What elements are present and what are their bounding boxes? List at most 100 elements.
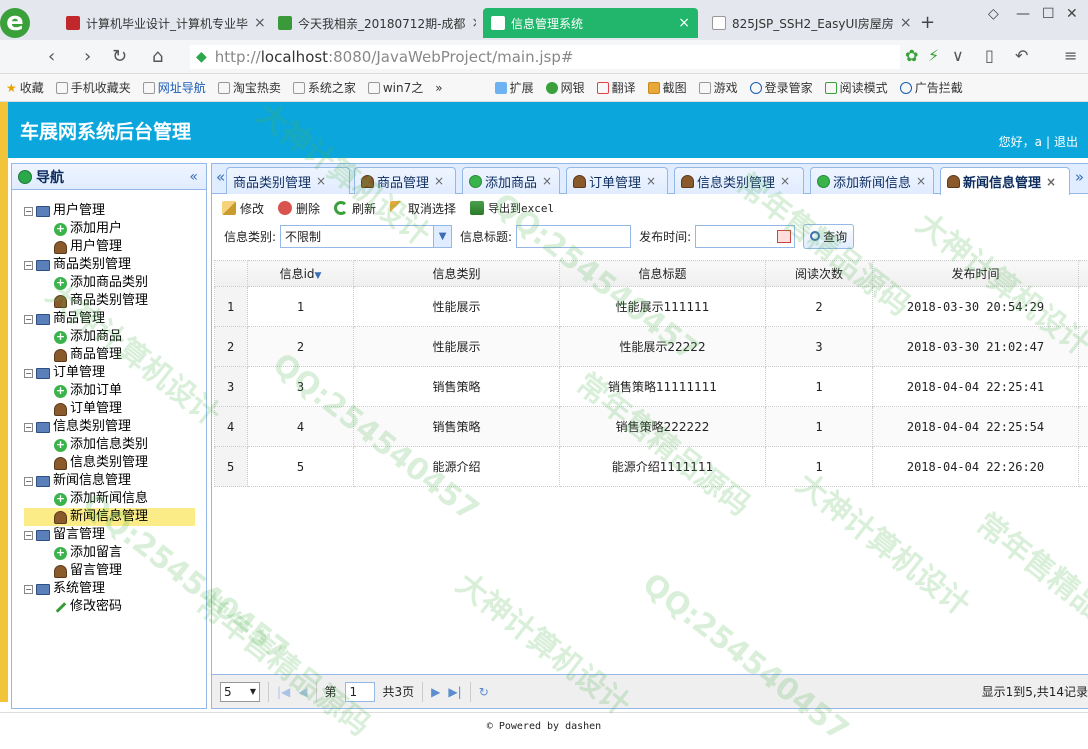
- nav-item[interactable]: 信息类别管理: [24, 454, 206, 472]
- collapse-icon[interactable]: −: [24, 315, 33, 324]
- nav-group[interactable]: −商品管理: [24, 310, 206, 328]
- nav-item[interactable]: 订单管理: [24, 400, 206, 418]
- collapse-icon[interactable]: −: [24, 207, 33, 216]
- close-icon[interactable]: ×: [780, 174, 790, 188]
- bookmark-item[interactable]: 系统之家: [287, 79, 362, 96]
- table-row[interactable]: 44销售策略销售策略22222212018-04-04 22:25:54: [215, 407, 1088, 447]
- nav-item[interactable]: 商品管理: [24, 346, 206, 364]
- reader-icon[interactable]: ▯: [985, 46, 994, 65]
- close-icon[interactable]: ×: [254, 15, 264, 31]
- export-excel-button[interactable]: 导出到excel: [470, 200, 554, 216]
- calendar-icon[interactable]: [777, 230, 791, 243]
- forward-icon[interactable]: ›: [84, 46, 91, 67]
- maximize-icon[interactable]: ☐: [1042, 6, 1055, 22]
- close-icon[interactable]: ×: [916, 174, 926, 188]
- back-icon[interactable]: ‹: [48, 46, 55, 67]
- toolbar-extension[interactable]: 阅读模式: [819, 79, 894, 96]
- table-row[interactable]: 22性能展示性能展示2222232018-03-30 21:02:47: [215, 327, 1088, 367]
- collapse-nav-button[interactable]: «: [189, 169, 198, 185]
- nav-group[interactable]: −信息类别管理: [24, 418, 206, 436]
- dropdown-icon[interactable]: ∨: [952, 46, 964, 65]
- toolbar-extension[interactable]: 广告拦截: [894, 79, 969, 96]
- nav-item[interactable]: 留言管理: [24, 562, 206, 580]
- lightning-icon[interactable]: ⚡: [928, 46, 939, 65]
- prev-page-icon[interactable]: ◀: [298, 685, 307, 699]
- tabs-scroll-left-icon[interactable]: «: [216, 168, 225, 186]
- toolbar-extension[interactable]: 翻译: [591, 79, 642, 96]
- close-icon[interactable]: ×: [678, 15, 690, 31]
- nav-group[interactable]: −用户管理: [24, 202, 206, 220]
- close-icon[interactable]: ×: [316, 174, 326, 188]
- undo-icon[interactable]: ↶: [1015, 46, 1028, 65]
- page-size-select[interactable]: 5▼: [220, 682, 260, 702]
- chevron-down-icon[interactable]: ▼: [433, 226, 451, 247]
- collapse-icon[interactable]: −: [24, 531, 33, 540]
- browser-tab[interactable]: 825JSP_SSH2_EasyUI房屋房 ×: [704, 8, 914, 38]
- bookmark-more[interactable]: »: [429, 81, 448, 95]
- last-page-icon[interactable]: ▶|: [448, 685, 461, 699]
- menu-icon[interactable]: ≡: [1064, 46, 1077, 65]
- nav-item[interactable]: +添加用户: [24, 220, 206, 238]
- nav-item[interactable]: +添加商品类别: [24, 274, 206, 292]
- close-icon[interactable]: ×: [1046, 175, 1056, 189]
- nav-group[interactable]: −商品类别管理: [24, 256, 206, 274]
- nav-item[interactable]: 修改密码: [24, 598, 206, 616]
- column-header-title[interactable]: 信息标题: [560, 261, 766, 287]
- bookmark-item[interactable]: 淘宝热卖: [212, 79, 287, 96]
- refresh-button[interactable]: 刷新: [334, 200, 376, 217]
- nav-item[interactable]: +添加信息类别: [24, 436, 206, 454]
- table-row[interactable]: 11性能展示性能展示11111122018-03-30 20:54:29: [215, 287, 1088, 327]
- toolbar-extension[interactable]: 扩展: [489, 79, 540, 96]
- url-input[interactable]: ◆ http:// localhost :8080/JavaWebProject…: [190, 45, 900, 69]
- nav-item[interactable]: 商品类别管理: [24, 292, 206, 310]
- nav-group[interactable]: −订单管理: [24, 364, 206, 382]
- browser-tab[interactable]: 计算机毕业设计_计算机专业毕 ×: [58, 8, 264, 38]
- nav-item[interactable]: +添加商品: [24, 328, 206, 346]
- tab-0[interactable]: 商品类别管理×: [226, 167, 350, 194]
- nav-item[interactable]: +添加新闻信息: [24, 490, 206, 508]
- bookmark-item[interactable]: 手机收藏夹: [50, 79, 137, 96]
- collapse-icon[interactable]: −: [24, 477, 33, 486]
- toolbar-extension[interactable]: 登录管家: [744, 79, 819, 96]
- tab-5[interactable]: 添加新闻信息×: [810, 167, 934, 194]
- close-icon[interactable]: ×: [434, 174, 444, 188]
- close-icon[interactable]: ×: [471, 15, 476, 31]
- tab-3[interactable]: 订单管理×: [566, 167, 668, 194]
- toolbar-extension[interactable]: 网银: [540, 79, 591, 96]
- delete-button[interactable]: 删除: [278, 200, 320, 217]
- column-header-id[interactable]: 信息id▼: [248, 261, 354, 287]
- close-window-icon[interactable]: ✕: [1066, 6, 1078, 22]
- nav-item[interactable]: 新闻信息管理: [24, 508, 195, 526]
- home-icon[interactable]: ⌂: [152, 46, 163, 67]
- close-icon[interactable]: ×: [542, 174, 552, 188]
- tabs-scroll-right-icon[interactable]: »: [1075, 168, 1084, 186]
- nav-item[interactable]: +添加留言: [24, 544, 206, 562]
- tab-2[interactable]: 添加商品×: [462, 167, 560, 194]
- nav-group[interactable]: −留言管理: [24, 526, 206, 544]
- collapse-icon[interactable]: −: [24, 261, 33, 270]
- column-header-reads[interactable]: 阅读次数: [766, 261, 873, 287]
- toolbar-extension[interactable]: 截图: [642, 79, 693, 96]
- browser-tab[interactable]: 今天我相亲_20180712期-成都 ×: [270, 8, 476, 38]
- tab-1[interactable]: 商品管理×: [354, 167, 456, 194]
- query-button[interactable]: 查询: [803, 224, 854, 249]
- page-number-input[interactable]: 1: [345, 682, 375, 702]
- browser-tab-active[interactable]: 信息管理系统 ×: [483, 8, 698, 38]
- nav-item[interactable]: +添加订单: [24, 382, 206, 400]
- collapse-icon[interactable]: −: [24, 585, 33, 594]
- tab-4[interactable]: 信息类别管理×: [674, 167, 804, 194]
- tab-6[interactable]: 新闻信息管理×: [940, 167, 1070, 195]
- table-row[interactable]: 33销售策略销售策略1111111112018-04-04 22:25:41: [215, 367, 1088, 407]
- next-page-icon[interactable]: ▶: [431, 685, 440, 699]
- first-page-icon[interactable]: |◀: [277, 685, 290, 699]
- collapse-icon[interactable]: −: [24, 369, 33, 378]
- column-header-category[interactable]: 信息类别: [354, 261, 560, 287]
- minimize-icon[interactable]: —: [1016, 6, 1030, 22]
- close-icon[interactable]: ×: [900, 15, 912, 31]
- edit-button[interactable]: 修改: [222, 200, 264, 217]
- speed-icon[interactable]: ✿: [905, 46, 918, 65]
- bookmark-item[interactable]: ★收藏: [0, 79, 50, 96]
- title-input[interactable]: [516, 225, 631, 248]
- column-header-time[interactable]: 发布时间: [873, 261, 1079, 287]
- date-input[interactable]: [695, 225, 795, 248]
